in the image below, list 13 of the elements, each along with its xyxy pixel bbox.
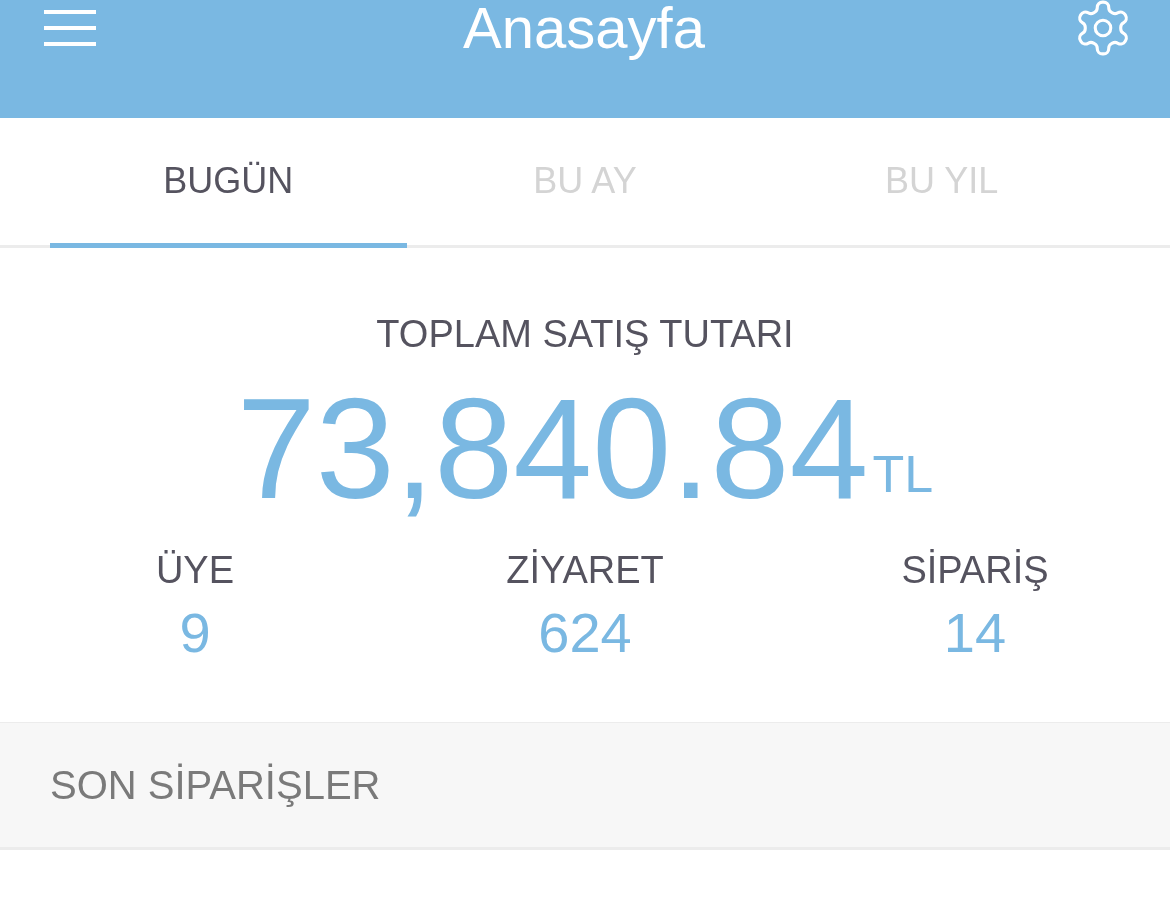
total-sales-label: TOPLAM SATIŞ TUTARI [376, 312, 794, 356]
stat-label: ZİYARET [506, 548, 664, 592]
page-title: Anasayfa [463, 0, 705, 58]
total-sales-amount: 73,840.84 [236, 374, 869, 524]
stat-value: 624 [538, 600, 632, 666]
stat-label: ÜYE [155, 548, 235, 592]
stat-value: 14 [943, 600, 1007, 666]
section-title: SON SİPARİŞLER [50, 762, 381, 809]
menu-icon[interactable] [44, 10, 96, 46]
stat-value: 9 [179, 600, 211, 666]
stat-label: SİPARİŞ [901, 548, 1049, 592]
currency-label: TL [872, 444, 934, 504]
tab[interactable]: BUGÜN [50, 118, 407, 248]
